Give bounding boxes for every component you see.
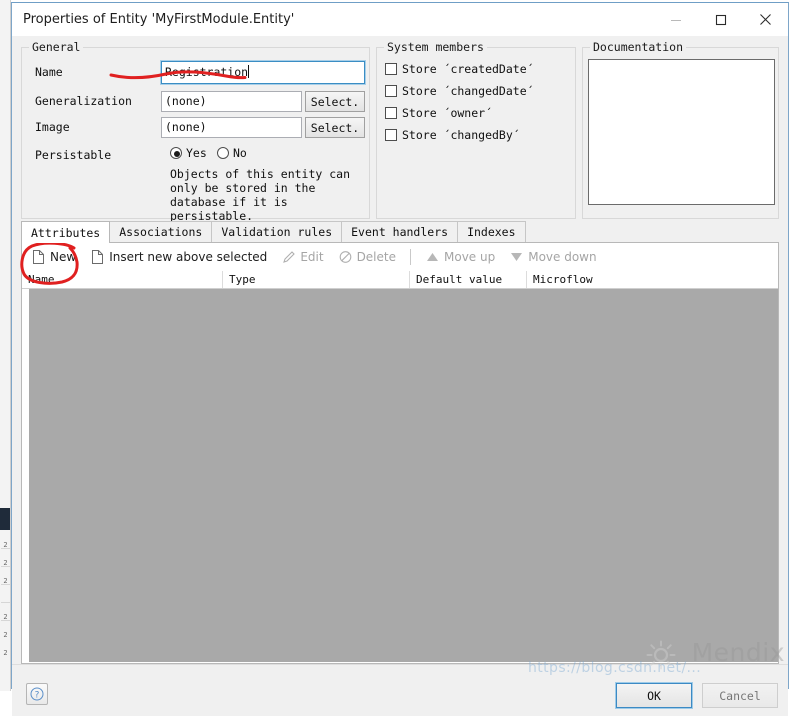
background-window-text: 2 xyxy=(3,577,8,585)
name-input-value: Registration xyxy=(165,65,249,79)
system-members-group-legend: System members xyxy=(384,40,487,54)
close-button[interactable] xyxy=(743,3,788,36)
edit-button-label: Edit xyxy=(300,250,324,264)
svg-text:?: ? xyxy=(35,690,40,700)
insert-new-above-selected-button[interactable]: Insert new above selected xyxy=(85,246,272,268)
persistable-help-text: Objects of this entity can only be store… xyxy=(170,167,351,223)
system-member-created-date[interactable]: Store ´createdDate´ xyxy=(385,62,534,76)
minimize-button[interactable] xyxy=(653,3,698,36)
generalization-select-button[interactable]: Select. xyxy=(305,91,365,112)
delete-button-label: Delete xyxy=(356,250,396,264)
dialog-footer: ? OK Cancel xyxy=(12,664,788,716)
window-controls xyxy=(653,3,788,36)
radio-dot-icon xyxy=(217,147,229,159)
general-group: General Name Registration Generalization… xyxy=(21,40,370,223)
documentation-group: Documentation xyxy=(582,40,779,219)
persistable-label: Persistable xyxy=(35,148,112,162)
name-label: Name xyxy=(35,65,63,79)
delete-button[interactable]: Delete xyxy=(333,246,401,268)
triangle-up-icon xyxy=(427,253,438,261)
new-button-label: New xyxy=(50,250,77,264)
delete-circle-icon xyxy=(339,251,351,263)
grid-header-row: Name Type Default value Microflow xyxy=(22,271,778,289)
general-group-legend: General xyxy=(29,40,84,54)
close-icon xyxy=(760,14,771,25)
system-member-label: Store ´createdDate´ xyxy=(402,62,534,76)
insert-document-icon xyxy=(92,250,104,264)
attributes-grid: Name Type Default value Microflow xyxy=(21,271,779,664)
background-window-text: 2 xyxy=(3,541,8,549)
system-member-owner[interactable]: Store ´owner´ xyxy=(385,106,492,120)
move-up-button[interactable]: Move up xyxy=(420,246,500,268)
maximize-button[interactable] xyxy=(698,3,743,36)
column-header-default-value[interactable]: Default value xyxy=(410,271,527,288)
background-window-dark-band xyxy=(0,508,10,530)
system-member-changed-date[interactable]: Store ´changedDate´ xyxy=(385,84,534,98)
background-window: 2 2 2 2 2 2 xyxy=(0,0,11,691)
cancel-button[interactable]: Cancel xyxy=(702,683,778,708)
checkbox-icon xyxy=(385,85,397,97)
image-input[interactable]: (none) xyxy=(161,117,302,138)
persistable-no-label: No xyxy=(233,146,247,160)
background-window-text: 2 xyxy=(3,631,8,639)
help-button[interactable]: ? xyxy=(26,683,48,705)
generalization-input[interactable]: (none) xyxy=(161,91,302,112)
help-icon: ? xyxy=(30,687,44,701)
system-member-changed-by[interactable]: Store ´changedBy´ xyxy=(385,128,520,142)
column-header-name[interactable]: Name xyxy=(22,271,223,288)
toolbar-separator xyxy=(410,249,411,265)
insert-new-label: Insert new above selected xyxy=(109,250,268,264)
image-select-button[interactable]: Select. xyxy=(305,117,365,138)
generalization-label: Generalization xyxy=(35,94,132,108)
background-window-text: 2 xyxy=(3,613,8,621)
radio-dot-selected-icon xyxy=(170,147,182,159)
new-document-icon xyxy=(33,250,44,264)
system-members-group: System members Store ´createdDate´ Store… xyxy=(376,40,576,219)
checkbox-icon xyxy=(385,63,397,75)
tab-validation-rules[interactable]: Validation rules xyxy=(211,221,343,242)
persistable-yes-radio[interactable]: Yes xyxy=(170,146,207,160)
minimize-icon xyxy=(670,19,681,21)
entity-properties-dialog: Properties of Entity 'MyFirstModule.Enti… xyxy=(11,2,789,716)
grid-body[interactable] xyxy=(29,289,778,662)
triangle-down-icon xyxy=(511,253,523,261)
tab-indexes[interactable]: Indexes xyxy=(457,221,526,242)
documentation-group-legend: Documentation xyxy=(590,40,687,54)
ok-button[interactable]: OK xyxy=(615,682,693,709)
pencil-icon xyxy=(283,251,296,263)
move-up-label: Move up xyxy=(444,250,496,264)
documentation-textarea[interactable] xyxy=(588,59,775,205)
system-member-label: Store ´owner´ xyxy=(402,106,493,120)
system-member-label: Store ´changedBy´ xyxy=(402,128,520,142)
move-down-button[interactable]: Move down xyxy=(504,246,601,268)
dialog-title: Properties of Entity 'MyFirstModule.Enti… xyxy=(23,12,295,27)
column-header-type[interactable]: Type xyxy=(223,271,410,288)
maximize-icon xyxy=(715,14,726,25)
background-window-text: 2 xyxy=(3,559,8,567)
background-window-text: 2 xyxy=(3,649,8,657)
persistable-no-radio[interactable]: No xyxy=(217,146,247,160)
text-caret xyxy=(248,65,250,78)
persistable-yes-label: Yes xyxy=(186,146,207,160)
system-member-label: Store ´changedDate´ xyxy=(402,84,534,98)
attributes-toolbar: New Insert new above selected Edit Delet… xyxy=(21,243,779,271)
dialog-body: General Name Registration Generalization… xyxy=(12,36,788,716)
new-button[interactable]: New xyxy=(26,246,81,268)
dialog-titlebar: Properties of Entity 'MyFirstModule.Enti… xyxy=(12,3,788,36)
edit-button[interactable]: Edit xyxy=(276,246,328,268)
tab-event-handlers[interactable]: Event handlers xyxy=(341,221,459,242)
column-header-microflow[interactable]: Microflow xyxy=(527,271,778,288)
checkbox-icon xyxy=(385,107,397,119)
tab-associations[interactable]: Associations xyxy=(109,221,213,242)
move-down-label: Move down xyxy=(528,250,597,264)
tab-attributes[interactable]: Attributes xyxy=(21,221,111,243)
checkbox-icon xyxy=(385,129,397,141)
tabstrip: Attributes Associations Validation rules… xyxy=(21,221,779,243)
image-label: Image xyxy=(35,120,70,134)
name-input[interactable]: Registration xyxy=(160,60,366,85)
